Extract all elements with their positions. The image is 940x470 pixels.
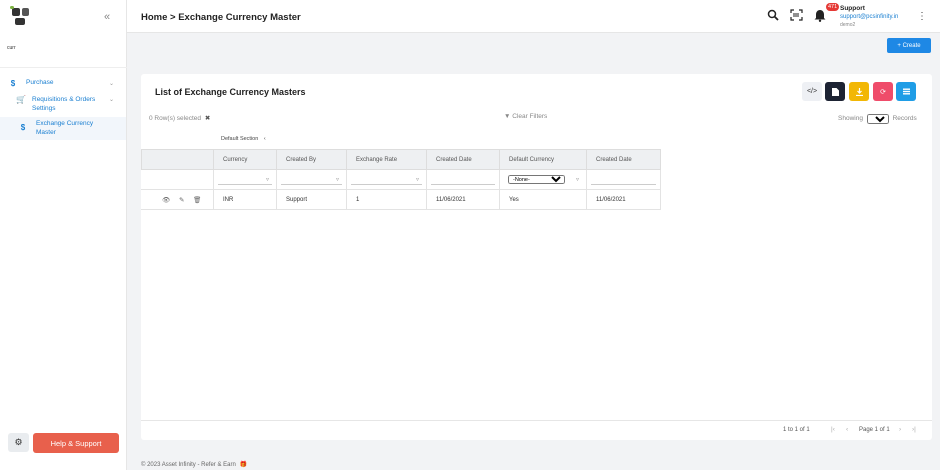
user-name[interactable]: Support [840,5,865,12]
default-currency-filter: -None- ▿ [499,169,587,190]
collapse-sidebar-icon[interactable]: « [104,11,110,23]
chevron-down-icon: ⌄ [108,97,114,103]
topbar: Home > Exchange Currency Master 471 Supp… [127,0,940,33]
sidebar-item-purchase[interactable]: $ Purchase ⌄ [0,79,126,89]
notification-bell-icon[interactable] [814,9,826,25]
sidebar-item-requisitions[interactable]: 🛒 Requisitions & Orders Settings ⌄ [0,95,126,115]
table-cell: INR [213,189,277,210]
gift-icon: 🎁 [239,462,247,468]
section-label: Default Section [221,136,259,142]
sidebar-bottom: ⚙ Help & Support [0,425,127,470]
last-page-icon[interactable]: ›| [912,426,916,433]
settings-icon[interactable]: ⚙ [8,433,29,452]
page-title: List of Exchange Currency Masters [155,87,306,97]
column-settings-icon[interactable] [896,82,916,101]
user-email: support@pcsinfinity.in [840,14,899,20]
delete-icon[interactable]: 🗑 [193,196,201,204]
table-cell: 1 [346,189,427,210]
company-logo [10,6,32,30]
more-menu-icon[interactable]: ⋮ [917,11,927,22]
user-account: demo2 [840,22,856,28]
clear-selection-icon[interactable]: ✖ [205,115,210,122]
created-by-filter[interactable]: ▿ [276,169,347,190]
data-table: Currency Created By Exchange Rate Create… [141,149,661,210]
filter-icon[interactable]: ▿ [416,176,419,183]
column-header[interactable]: Created Date [586,149,661,170]
default-currency-select[interactable]: -None- [508,175,565,184]
created-date-filter[interactable] [426,169,500,190]
sidebar-item-label: Purchase [26,79,54,86]
showing-label: Showing [838,115,863,122]
embed-code-icon[interactable]: </> [802,82,822,101]
sidebar-item-label: Exchange Currency Master [36,120,94,136]
table-header-row: Currency Created By Exchange Rate Create… [141,149,661,170]
column-header[interactable]: Exchange Rate [346,149,427,170]
filter-cell [141,169,214,190]
filter-icon[interactable]: ▿ [266,176,269,183]
view-icon[interactable]: 👁 [162,196,170,204]
column-header[interactable]: Created By [276,149,347,170]
sidebar-item-label: Requisitions & Orders Settings [32,96,96,112]
page-size-control: Showing 100 Records [838,114,917,124]
search-icon[interactable] [767,9,779,24]
filter-icon[interactable]: ▿ [336,176,339,183]
breadcrumb: Home > Exchange Currency Master [141,12,301,23]
refresh-icon[interactable]: ⟳ [873,82,893,101]
column-header[interactable]: Created Date [426,149,500,170]
filter-row: ▿ ▿ ▿ -None- ▿ [141,169,661,190]
sidebar-item-exchange-currency[interactable]: $ Exchange Currency Master [0,117,126,140]
currency-filter[interactable]: ▿ [213,169,277,190]
selected-text: 0 Row(s) selected [149,115,202,122]
footer: © 2023 Asset Infinity - Refer & Earn 🎁 [141,461,247,468]
chevron-left-icon[interactable]: ‹ [264,136,266,142]
table-cell: Yes [499,189,587,210]
list-card: List of Exchange Currency Masters </> ⟳ … [141,74,932,440]
edit-icon[interactable]: ✎ [179,196,184,204]
org-label: curr [7,45,16,51]
create-button[interactable]: + Create [887,38,931,53]
table-row[interactable]: 👁 ✎ 🗑 INR Support 1 11/06/2021 Yes 11/06… [141,189,661,210]
pager-page: Page 1 of 1 [859,427,890,433]
table-cell: Support [276,189,347,210]
download-icon[interactable] [849,82,869,101]
barcode-scan-icon[interactable] [790,9,803,24]
dollar-icon: $ [20,123,26,132]
section-header: Default Section ‹ [221,136,266,142]
created-date-filter[interactable] [586,169,661,190]
records-label: Records [892,115,917,122]
selected-count: 0 Row(s) selected ✖ [149,114,210,122]
filter-icon: ▼ [504,113,511,120]
table-cell: 11/06/2021 [586,189,661,210]
first-page-icon[interactable]: |‹ [831,426,835,433]
clear-filters-button[interactable]: ▼ Clear Filters [504,113,547,120]
actions-header [141,149,214,170]
sidebar: « curr $ Purchase ⌄ 🛒 Requisitions & Ord… [0,0,127,470]
next-page-icon[interactable]: › [899,426,901,433]
table-cell: 11/06/2021 [426,189,500,210]
cart-icon: 🛒 [16,95,26,104]
notification-badge: 471 [826,3,840,11]
page-size-select[interactable]: 100 [866,114,889,124]
filter-icon[interactable]: ▿ [576,176,579,183]
clear-filters-label: Clear Filters [512,113,548,120]
column-header[interactable]: Default Currency [499,149,587,170]
pager-count: 1 to 1 of 1 [783,427,810,433]
prev-page-icon[interactable]: ‹ [846,426,848,433]
footer-text[interactable]: © 2023 Asset Infinity - Refer & Earn [141,462,236,468]
column-header[interactable]: Currency [213,149,277,170]
document-icon[interactable] [825,82,845,101]
chevron-down-icon: ⌄ [108,81,114,87]
pagination-bar: 1 to 1 of 1 |‹ ‹ Page 1 of 1 › ›| [141,420,932,440]
sidebar-divider [0,67,127,68]
row-actions: 👁 ✎ 🗑 [141,189,214,210]
dollar-icon: $ [10,79,16,88]
exchange-rate-filter[interactable]: ▿ [346,169,427,190]
help-support-button[interactable]: Help & Support [33,433,119,453]
